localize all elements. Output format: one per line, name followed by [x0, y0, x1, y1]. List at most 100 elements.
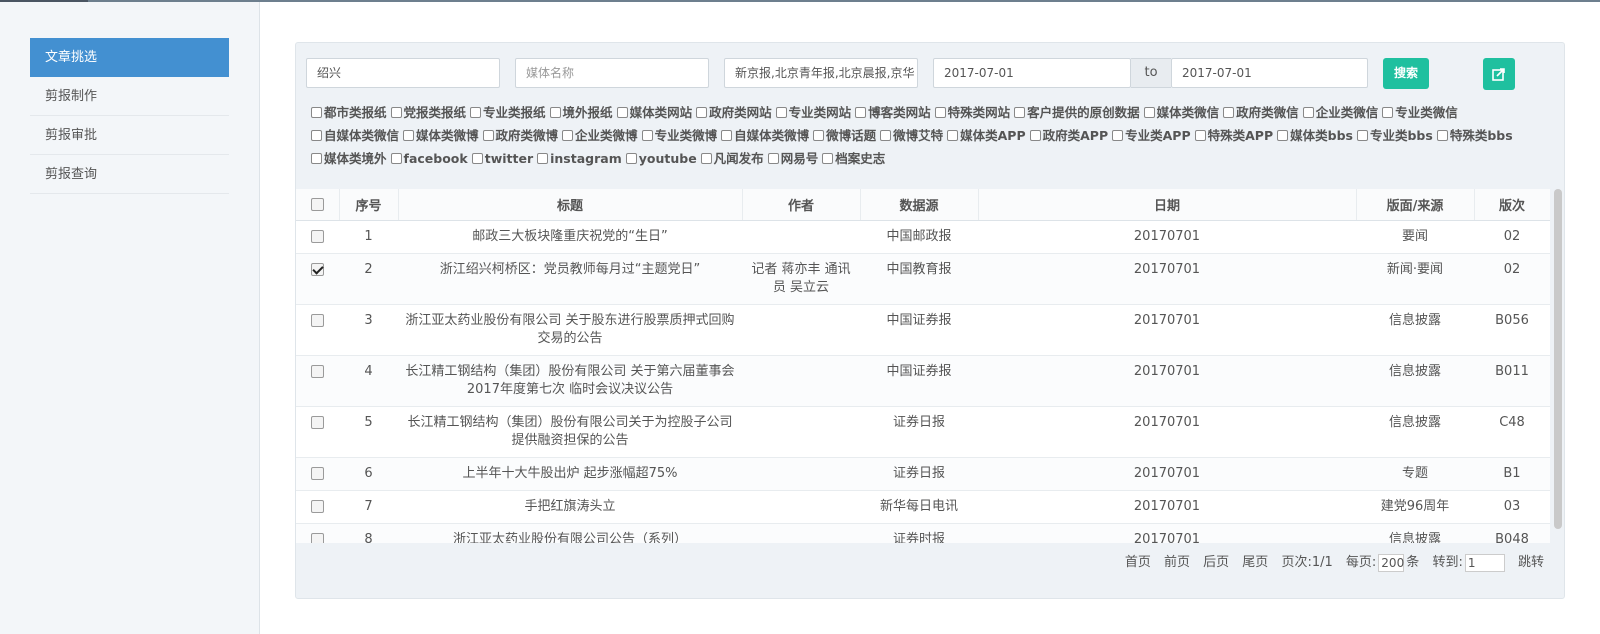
category-option[interactable]: 媒体类bbs [1277, 124, 1353, 147]
category-option[interactable]: youtube [625, 147, 697, 170]
first-page-link[interactable]: 首页 [1125, 555, 1151, 570]
table-row[interactable]: 1 邮政三大板块隆重庆祝党的“生日” 中国邮政报 20170701 要闻 02 [296, 220, 1550, 254]
category-option[interactable]: 政府类APP [1029, 124, 1108, 147]
row-checkbox[interactable] [311, 229, 324, 243]
category-checkbox[interactable] [1143, 107, 1155, 118]
category-checkbox[interactable] [880, 130, 892, 141]
category-option[interactable]: 客户提供的原创数据 [1014, 101, 1140, 124]
row-title[interactable]: 长江精工钢结构（集团）股份有限公司 关于第六届董事会2017年度第七次 临时会议… [398, 355, 742, 407]
category-option[interactable]: 专业类报纸 [470, 101, 546, 124]
row-select-cell[interactable] [296, 490, 339, 524]
select-all-checkbox[interactable] [310, 197, 324, 211]
row-title[interactable]: 浙江绍兴柯桥区：党员教师每月过“主题党日” [398, 253, 742, 305]
row-select-cell[interactable] [296, 457, 339, 491]
last-page-link[interactable]: 尾页 [1242, 555, 1268, 570]
category-checkbox[interactable] [1302, 107, 1314, 118]
category-checkbox[interactable] [813, 130, 825, 141]
category-option[interactable]: 特殊类APP [1194, 124, 1273, 147]
category-option[interactable]: 档案史志 [822, 147, 885, 170]
category-checkbox[interactable] [855, 107, 867, 118]
category-checkbox[interactable] [549, 107, 561, 118]
category-option[interactable]: 都市类报纸 [311, 101, 387, 124]
row-checkbox[interactable] [311, 532, 324, 543]
category-checkbox[interactable] [403, 130, 415, 141]
category-option[interactable]: 政府类网站 [696, 101, 772, 124]
row-checkbox[interactable] [311, 364, 324, 378]
category-option[interactable]: instagram [537, 147, 622, 170]
search-button[interactable]: 搜索 [1383, 58, 1429, 89]
category-checkbox[interactable] [1223, 107, 1235, 118]
row-checkbox[interactable] [311, 262, 324, 276]
category-checkbox[interactable] [721, 130, 733, 141]
category-checkbox[interactable] [641, 130, 653, 141]
category-option[interactable]: 专业类微信 [1382, 101, 1458, 124]
row-title[interactable]: 邮政三大板块隆重庆祝党的“生日” [398, 220, 742, 254]
category-option[interactable]: 自媒体类微博 [721, 124, 809, 147]
export-button[interactable] [1483, 58, 1515, 90]
date-from-input[interactable]: 2017-07-01 [933, 58, 1131, 88]
category-checkbox[interactable] [1112, 130, 1124, 141]
row-select-cell[interactable] [296, 220, 339, 254]
category-checkbox[interactable] [696, 107, 708, 118]
category-checkbox[interactable] [1194, 130, 1206, 141]
row-select-cell[interactable] [296, 355, 339, 407]
category-option[interactable]: 政府类微博 [482, 124, 558, 147]
row-title[interactable]: 浙江亚太药业股份有限公司 关于股东进行股票质押式回购交易的公告 [398, 304, 742, 356]
table-scrollbar[interactable] [1554, 189, 1562, 529]
per-page-input[interactable]: 200 [1378, 553, 1405, 572]
category-checkbox[interactable] [1356, 130, 1368, 141]
category-checkbox[interactable] [700, 153, 712, 164]
category-option[interactable]: facebook [390, 147, 468, 170]
category-checkbox[interactable] [1382, 107, 1394, 118]
category-option[interactable]: 专业类bbs [1356, 124, 1433, 147]
category-checkbox[interactable] [311, 153, 322, 164]
table-row[interactable]: 5 长江精工钢结构（集团）股份有限公司关于为控股子公司提供融资担保的公告 证券日报 2… [296, 406, 1550, 458]
category-option[interactable]: 自媒体类微信 [311, 124, 399, 147]
category-option[interactable]: 企业类微博 [562, 124, 638, 147]
category-checkbox[interactable] [471, 153, 483, 164]
category-checkbox[interactable] [947, 130, 959, 141]
table-row[interactable]: 8 浙江亚太药业股份有限公司公告（系列） 证券时报 20170701 信息披露 B048 [296, 523, 1550, 543]
category-checkbox[interactable] [1436, 130, 1448, 141]
row-checkbox[interactable] [311, 415, 324, 429]
category-option[interactable]: 境外报纸 [549, 101, 613, 124]
prev-page-link[interactable]: 前页 [1164, 555, 1190, 570]
sources-input[interactable]: 新京报,北京青年报,北京晨报,京华 [724, 58, 918, 88]
category-checkbox[interactable] [390, 107, 402, 118]
table-row[interactable]: 7 手把红旗涛头立 新华每日电讯 20170701 建党96周年 03 [296, 490, 1550, 524]
jump-button[interactable]: 跳转 [1518, 555, 1544, 570]
category-option[interactable]: 政府类微信 [1223, 101, 1299, 124]
category-checkbox[interactable] [470, 107, 482, 118]
region-input[interactable]: 绍兴 [306, 58, 500, 88]
category-checkbox[interactable] [1014, 107, 1026, 118]
category-checkbox[interactable] [390, 153, 402, 164]
category-option[interactable]: 媒体类APP [947, 124, 1026, 147]
row-select-cell[interactable] [296, 253, 339, 305]
category-option[interactable]: 专业类微博 [641, 124, 717, 147]
row-select-cell[interactable] [296, 523, 339, 543]
sidebar-item-3[interactable]: 剪报查询 [30, 155, 229, 194]
table-row[interactable]: 6 上半年十大牛股出炉 起步涨幅超75% 证券日报 20170701 专题 B1 [296, 457, 1550, 491]
category-checkbox[interactable] [1277, 130, 1289, 141]
category-option[interactable]: 微博艾特 [880, 124, 943, 147]
row-title[interactable]: 手把红旗涛头立 [398, 490, 742, 524]
category-option[interactable]: 特殊类网站 [934, 101, 1010, 124]
row-select-cell[interactable] [296, 406, 339, 458]
sidebar-item-1[interactable]: 剪报制作 [30, 77, 229, 116]
next-page-link[interactable]: 后页 [1203, 555, 1229, 570]
category-checkbox[interactable] [616, 107, 628, 118]
row-title[interactable]: 浙江亚太药业股份有限公司公告（系列） [398, 523, 742, 543]
category-option[interactable]: 微博话题 [813, 124, 876, 147]
category-option[interactable]: 网易号 [767, 147, 818, 170]
category-checkbox[interactable] [625, 153, 637, 164]
goto-page-input[interactable]: 1 [1464, 553, 1505, 572]
date-to-input[interactable]: 2017-07-01 [1171, 58, 1368, 88]
category-checkbox[interactable] [482, 130, 494, 141]
category-option[interactable]: 企业类微信 [1302, 101, 1378, 124]
category-checkbox[interactable] [537, 153, 549, 164]
media-name-input[interactable]: 媒体名称 [515, 58, 709, 88]
table-row[interactable]: 3 浙江亚太药业股份有限公司 关于股东进行股票质押式回购交易的公告 中国证券报 201… [296, 304, 1550, 356]
sidebar-item-2[interactable]: 剪报审批 [30, 116, 229, 155]
category-option[interactable]: 专业类网站 [775, 101, 851, 124]
table-row[interactable]: 4 长江精工钢结构（集团）股份有限公司 关于第六届董事会2017年度第七次 临时会… [296, 355, 1550, 407]
